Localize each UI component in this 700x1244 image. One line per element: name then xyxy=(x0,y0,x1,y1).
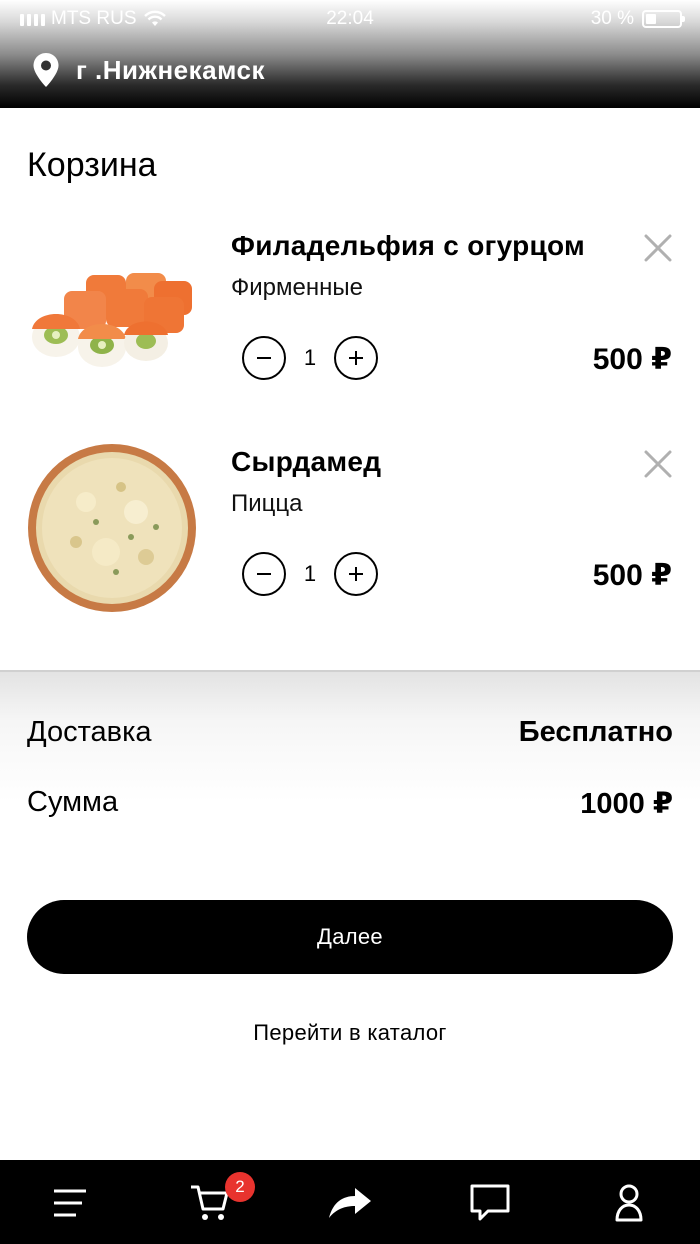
delivery-label: Доставка xyxy=(27,716,152,748)
decrease-button[interactable] xyxy=(242,552,286,596)
battery-fill xyxy=(646,14,656,24)
plus-icon xyxy=(349,567,363,581)
quantity-value: 1 xyxy=(303,561,317,586)
total-value: 1000 ₽ xyxy=(580,788,673,820)
total-row: Сумма 1000 ₽ xyxy=(27,786,673,821)
tab-chat[interactable] xyxy=(465,1178,515,1228)
remove-item-icon[interactable] xyxy=(640,446,676,482)
quantity-value: 1 xyxy=(303,345,317,370)
tab-menu[interactable] xyxy=(45,1178,95,1228)
city-selector[interactable]: г .Нижнекамск xyxy=(32,52,265,88)
profile-icon xyxy=(615,1184,643,1222)
tab-cart[interactable]: 2 xyxy=(185,1172,255,1228)
total-label: Сумма xyxy=(27,786,119,818)
tab-profile[interactable] xyxy=(604,1178,654,1228)
pizza-image xyxy=(28,444,196,612)
item-name: Филадельфия с огурцом xyxy=(231,230,586,261)
delivery-value: Бесплатно xyxy=(518,716,673,748)
sushi-roll-image xyxy=(32,273,192,367)
menu-icon xyxy=(54,1189,86,1217)
item-price: 500 ₽ xyxy=(592,343,672,376)
remove-item-icon[interactable] xyxy=(640,230,676,266)
item-category: Фирменные xyxy=(231,274,363,301)
status-bar: MTS RUS 22:04 30 % xyxy=(0,0,700,36)
battery-percent: 30 % xyxy=(590,8,634,29)
share-icon xyxy=(329,1188,371,1218)
location-pin-icon xyxy=(33,53,59,87)
increase-button[interactable] xyxy=(334,552,378,596)
minus-icon xyxy=(257,357,271,359)
tab-bar: 2 xyxy=(0,1160,700,1244)
battery-icon xyxy=(642,10,685,28)
cart-badge: 2 xyxy=(225,1172,255,1202)
increase-button[interactable] xyxy=(334,336,378,380)
item-price: 500 ₽ xyxy=(592,559,672,592)
next-button[interactable]: Далее xyxy=(27,900,673,974)
item-category: Пицца xyxy=(231,490,303,517)
catalog-link[interactable]: Перейти в каталог xyxy=(0,1020,700,1046)
cart-item: Филадельфия с огурцом Фирменные 1 500 ₽ xyxy=(0,230,700,430)
minus-icon xyxy=(257,573,271,575)
tab-share[interactable] xyxy=(325,1178,375,1228)
quantity-stepper: 1 xyxy=(242,336,378,380)
cart-item: Сырдамед Пицца 1 500 ₽ xyxy=(0,444,700,646)
quantity-stepper: 1 xyxy=(242,552,378,596)
page-title: Корзина xyxy=(27,146,157,184)
delivery-row: Доставка Бесплатно xyxy=(27,716,673,749)
decrease-button[interactable] xyxy=(242,336,286,380)
chat-icon xyxy=(470,1184,510,1221)
city-name: г .Нижнекамск xyxy=(76,54,265,85)
status-right: 30 % xyxy=(590,8,685,30)
item-name: Сырдамед xyxy=(231,446,382,477)
plus-icon xyxy=(349,351,363,365)
top-bar: MTS RUS 22:04 30 % г .Нижнекамск xyxy=(0,0,700,108)
